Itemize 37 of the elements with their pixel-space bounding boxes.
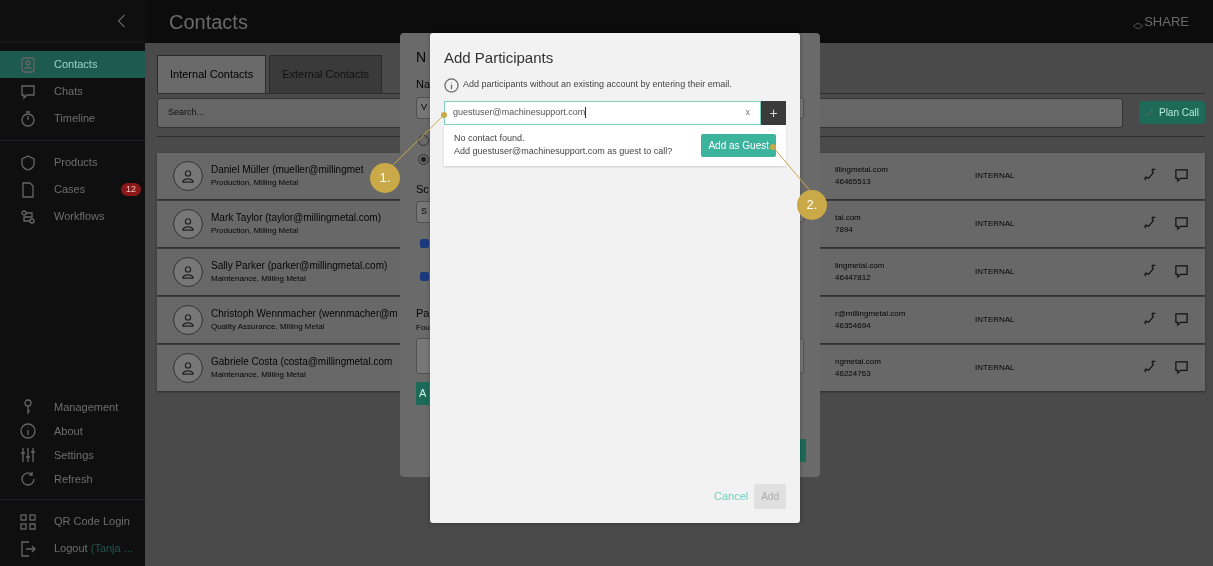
- contact-name: Mark Taylor (taylor@millingmetal.com): [211, 211, 381, 225]
- contact-email: r@millingmetal.com: [835, 307, 906, 320]
- contact-type: INTERNAL: [975, 265, 1015, 278]
- contact-email: tal.com: [835, 211, 861, 224]
- contact-email: ngmetal.com: [835, 355, 881, 368]
- contact-phone: 46447812: [835, 271, 871, 284]
- count-badge: 12: [121, 182, 141, 197]
- contact-phone: 46354694: [835, 319, 871, 332]
- page-title: Contacts: [169, 9, 248, 35]
- contact-department: Production, Milling Metal: [211, 225, 299, 237]
- contact-type: INTERNAL: [975, 217, 1015, 230]
- contact-name: Christoph Wennmacher (wennmacher@m: [211, 307, 398, 321]
- field-label: Pa: [416, 306, 430, 321]
- field-label: Sc: [416, 181, 429, 197]
- contact-email: lingmetal.com: [835, 259, 885, 272]
- contact-department: Maintenance, Milling Metal: [211, 273, 306, 285]
- result-message: Add guestuser@machinesupport.com as guest to call?: [454, 145, 673, 158]
- contact-email: illingmetal.com: [835, 163, 888, 176]
- contact-phone: 46224763: [835, 367, 871, 380]
- dialog-title: Add Participants: [444, 48, 555, 68]
- info-text: Add participants without an existing account by entering their email.: [463, 78, 732, 92]
- contact-phone: 7894: [835, 223, 853, 236]
- contact-department: Production, Milling Metal: [211, 177, 299, 189]
- contact-type: INTERNAL: [975, 313, 1015, 326]
- contact-type: INTERNAL: [975, 361, 1015, 374]
- result-message: No contact found.: [454, 131, 526, 145]
- field-label: Na: [416, 77, 431, 92]
- contact-department: Quality Assurance, Milling Metal: [211, 321, 325, 333]
- contact-name: Gabriele Costa (costa@millingmetal.com: [211, 355, 393, 369]
- contact-type: INTERNAL: [975, 169, 1015, 182]
- logo: SHARE: [1132, 11, 1189, 32]
- dialog-title: N: [416, 49, 427, 65]
- contact-department: Maintenance, Milling Metal: [211, 369, 306, 381]
- contact-name: Sally Parker (parker@millingmetal.com): [211, 259, 388, 273]
- contact-name: Daniel Müller (mueller@millingmet: [211, 163, 364, 177]
- field-hint: Fou: [416, 321, 430, 334]
- contact-phone: 46465513: [835, 175, 871, 188]
